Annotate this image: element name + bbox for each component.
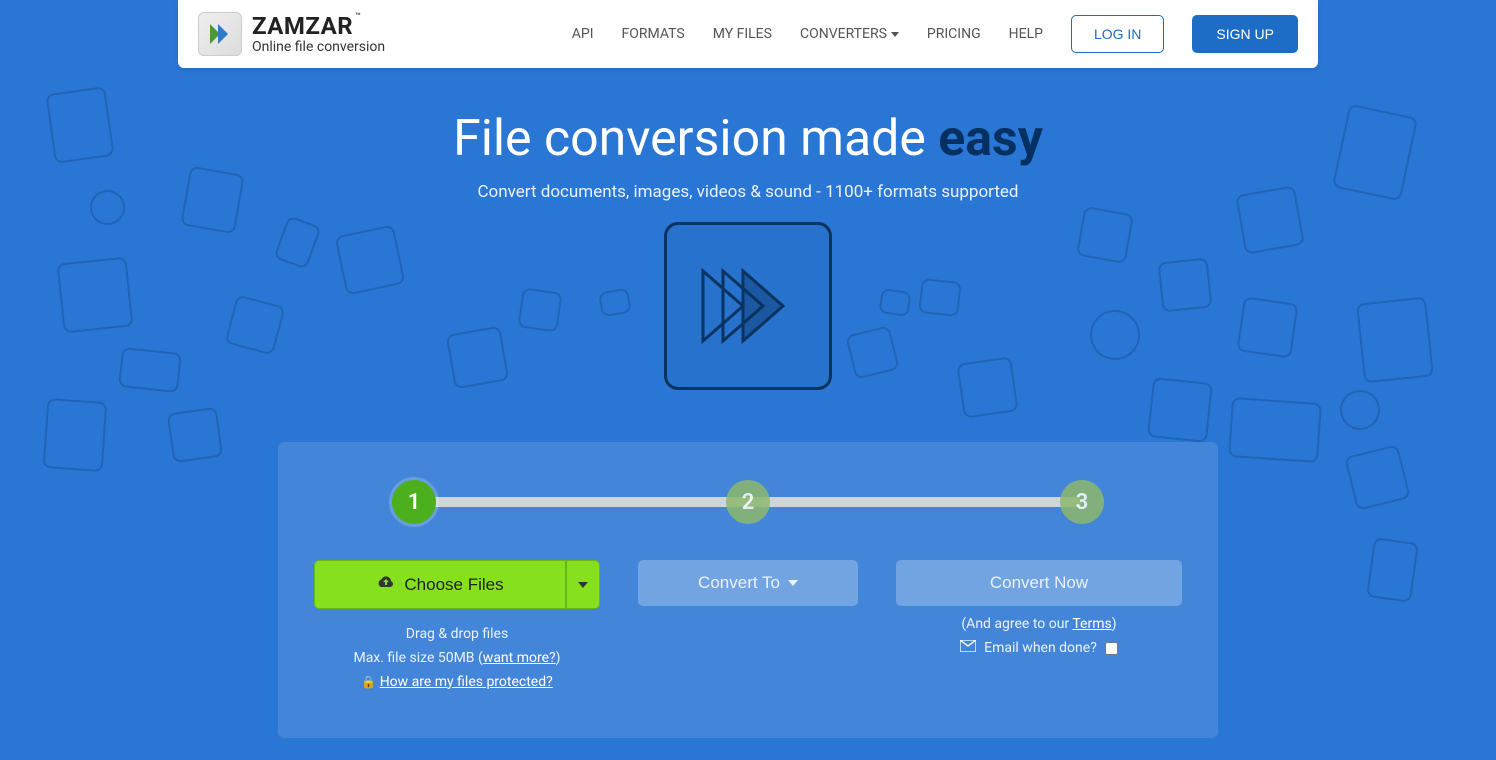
- login-button[interactable]: LOG IN: [1071, 15, 1164, 53]
- logo-icon: [198, 12, 242, 56]
- convert-now-button[interactable]: Convert Now: [896, 560, 1182, 606]
- steps: 1 2 3: [414, 480, 1082, 524]
- hero-title: File conversion made easy: [0, 110, 1496, 168]
- step-2: 2: [726, 480, 770, 524]
- hero: File conversion made easy Convert docume…: [0, 110, 1496, 390]
- choose-files-button[interactable]: Choose Files: [314, 560, 566, 609]
- chevron-down-icon: [578, 582, 588, 588]
- choose-files-dropdown[interactable]: [566, 560, 600, 609]
- logo-trademark: ™: [355, 13, 361, 23]
- nav-pricing[interactable]: PRICING: [927, 26, 981, 42]
- step-3: 3: [1060, 480, 1104, 524]
- hero-subtitle: Convert documents, images, videos & soun…: [0, 182, 1496, 202]
- email-label: Email when done?: [984, 640, 1097, 656]
- step-1: 1: [392, 480, 436, 524]
- actions-row: Choose Files Drag & drop files Max. file…: [314, 560, 1182, 694]
- header: ZAMZAR™ Online file conversion API FORMA…: [178, 0, 1318, 68]
- nav-api[interactable]: API: [572, 26, 594, 42]
- nav-formats[interactable]: FORMATS: [622, 26, 685, 42]
- email-checkbox[interactable]: [1105, 642, 1118, 655]
- files-protected-link[interactable]: How are my files protected?: [380, 674, 553, 690]
- lock-icon: 🔒: [361, 675, 376, 689]
- terms-link[interactable]: Terms: [1072, 616, 1111, 632]
- logo[interactable]: ZAMZAR™ Online file conversion: [198, 12, 385, 56]
- hero-icon: [664, 222, 832, 390]
- upload-icon: [376, 574, 396, 595]
- nav-help[interactable]: HELP: [1009, 26, 1043, 42]
- convert-to-button[interactable]: Convert To: [638, 560, 858, 606]
- chevron-down-icon: [788, 580, 798, 586]
- nav-myfiles[interactable]: MY FILES: [713, 26, 772, 42]
- converter-panel: 1 2 3 Choose Files Drag & drop files Max: [278, 442, 1218, 738]
- logo-title: ZAMZAR: [252, 12, 353, 40]
- logo-subtitle: Online file conversion: [252, 40, 385, 55]
- choose-hints: Drag & drop files Max. file size 50MB (w…: [314, 623, 600, 694]
- mail-icon: [960, 640, 976, 656]
- want-more-link[interactable]: want more?: [483, 650, 556, 666]
- nav-converters[interactable]: CONVERTERS: [800, 26, 899, 42]
- terms-row: (And agree to our Terms): [896, 616, 1182, 632]
- choose-files-group: Choose Files: [314, 560, 600, 609]
- main-nav: API FORMATS MY FILES CONVERTERS PRICING …: [572, 15, 1298, 53]
- max-size-hint: Max. file size 50MB (want more?): [314, 647, 600, 671]
- signup-button[interactable]: SIGN UP: [1192, 15, 1298, 53]
- chevron-down-icon: [891, 32, 899, 37]
- email-when-done[interactable]: Email when done?: [896, 640, 1182, 656]
- drag-drop-hint: Drag & drop files: [314, 623, 600, 647]
